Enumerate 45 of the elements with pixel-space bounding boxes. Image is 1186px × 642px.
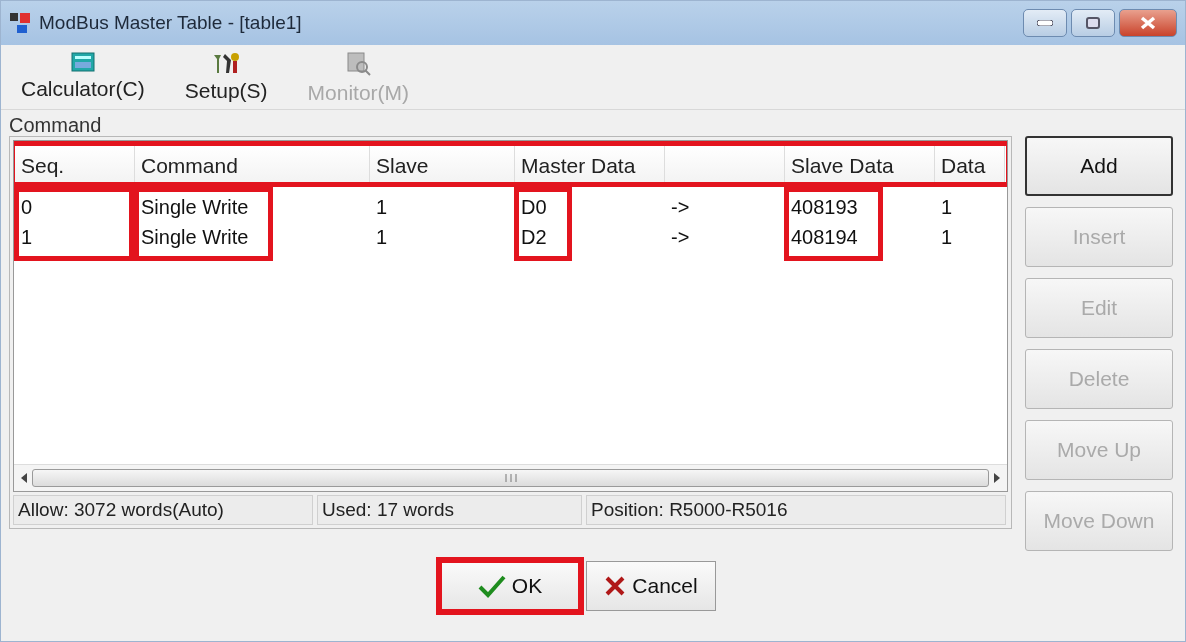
column-header[interactable]: Slave (370, 146, 515, 182)
minimize-icon (1037, 20, 1053, 26)
table-cell-text: D0 (520, 195, 547, 220)
minimize-button[interactable] (1023, 9, 1067, 37)
left-arrow-icon[interactable] (20, 473, 28, 483)
maximize-icon (1086, 17, 1100, 29)
table-cell-text: 1 (375, 195, 388, 220)
monitor-icon (345, 51, 372, 77)
cross-icon (604, 575, 627, 597)
group-title: Command (9, 114, 103, 136)
table-cell-text: 1 (20, 225, 34, 250)
close-icon (1140, 16, 1156, 30)
table-cell-text: D2 (520, 225, 547, 250)
table-cell-text: 408194 (790, 225, 858, 250)
dialog-button[interactable]: Cancel (586, 561, 716, 611)
column-header[interactable]: Command (135, 146, 370, 182)
table-cell-text: Single Write (140, 225, 249, 250)
status-text: Used: 17 words (317, 495, 582, 525)
app-icon (9, 11, 33, 35)
status-text: Position: R5000-R5016 (586, 495, 1006, 525)
calculator-icon (70, 51, 95, 73)
close-button[interactable] (1119, 9, 1177, 37)
column-header[interactable]: Slave Data (785, 146, 935, 182)
table-cell-text: -> (670, 225, 690, 250)
tools-icon (211, 51, 242, 75)
check-icon (477, 574, 506, 598)
horizontal-scrollbar[interactable] (14, 464, 1007, 491)
column-header[interactable]: Seq. (15, 146, 135, 182)
table-cell-text: -> (670, 195, 690, 220)
table-cell-text: Single Write (140, 195, 249, 220)
table-cell-text: 1 (375, 225, 388, 250)
table-cell-text: 0 (20, 195, 34, 220)
maximize-button[interactable] (1071, 9, 1115, 37)
column-header[interactable]: Data (935, 146, 1005, 182)
grip-icon (503, 474, 518, 482)
table-cell-text: 1 (940, 225, 953, 250)
side-button[interactable]: Add (1025, 136, 1173, 196)
toolbar-button[interactable]: Calculator(C) (21, 51, 145, 105)
status-text: Allow: 3072 words(Auto) (13, 495, 313, 525)
table-cell-text: 408193 (790, 195, 858, 220)
toolbar-button[interactable]: Setup(S) (184, 51, 268, 105)
table-cell-text: 1 (940, 195, 953, 220)
window-title: ModBus Master Table - [table1] (39, 12, 303, 34)
column-header[interactable]: Master Data (515, 146, 665, 182)
right-arrow-icon[interactable] (993, 473, 1001, 483)
